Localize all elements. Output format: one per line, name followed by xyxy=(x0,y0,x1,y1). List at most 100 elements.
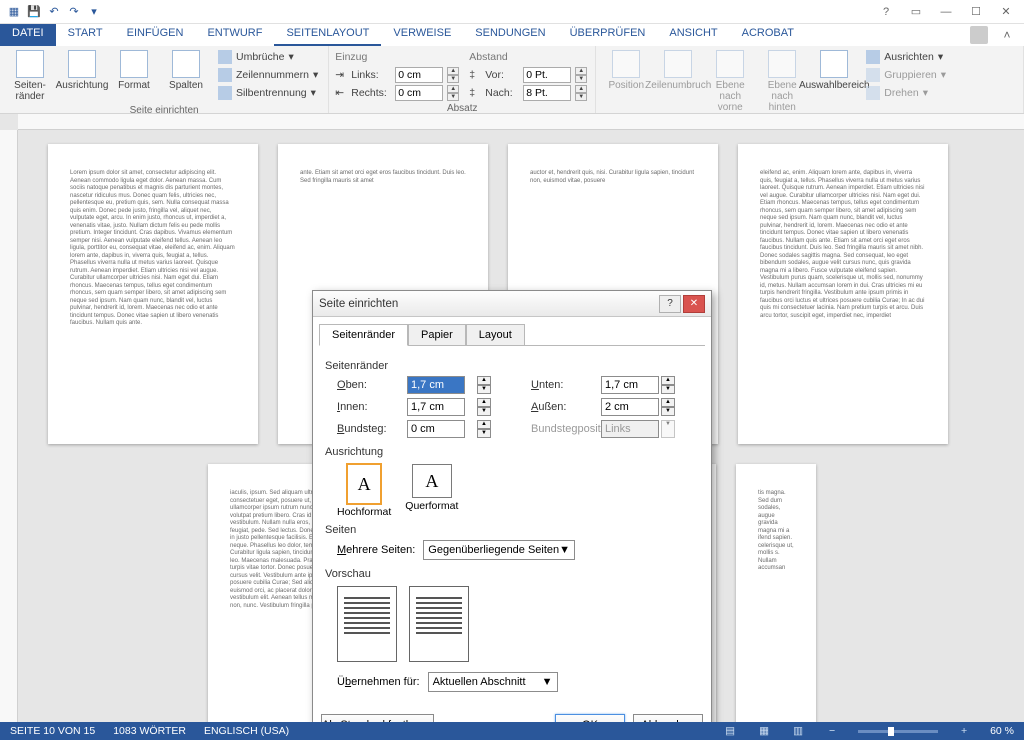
spinner-icon[interactable]: ▲▼ xyxy=(575,67,587,83)
section-orientation: Ausrichtung xyxy=(325,446,699,458)
indent-header: Einzug xyxy=(335,48,465,66)
zoom-out-icon[interactable]: − xyxy=(824,724,840,738)
dialog-tab-margins[interactable]: Seitenränder xyxy=(319,324,408,346)
spinner-icon[interactable]: ▲▼ xyxy=(447,85,459,101)
redo-icon[interactable]: ↷ xyxy=(66,4,82,20)
set-default-button[interactable]: Als Standard festlegen xyxy=(321,714,434,722)
group-button[interactable]: Gruppieren ▾ xyxy=(862,66,950,84)
dialog-tabs: Seitenränder Papier Layout xyxy=(313,317,711,345)
help-icon[interactable]: ? xyxy=(872,2,900,22)
input-gutter[interactable] xyxy=(407,420,465,438)
spinner-icon[interactable]: ▲▼ xyxy=(661,398,675,416)
dialog-tab-paper[interactable]: Papier xyxy=(408,324,466,346)
section-preview: Vorschau xyxy=(325,568,699,580)
indent-left-input[interactable] xyxy=(395,67,443,83)
status-word-count[interactable]: 1083 WÖRTER xyxy=(113,725,186,737)
status-bar: SEITE 10 VON 15 1083 WÖRTER ENGLISCH (US… xyxy=(0,722,1024,740)
zoom-in-icon[interactable]: + xyxy=(956,724,972,738)
tab-page-layout[interactable]: SEITENLAYOUT xyxy=(274,24,381,46)
indent-right-input[interactable] xyxy=(395,85,443,101)
zoom-slider[interactable] xyxy=(858,730,938,733)
ribbon-tabs: DATEI START EINFÜGEN ENTWURF SEITENLAYOU… xyxy=(0,24,1024,46)
tab-file[interactable]: DATEI xyxy=(0,24,56,46)
group-paragraph: Einzug ⇥Links:▲▼ ⇤Rechts:▲▼ Abstand ‡Vor… xyxy=(329,46,596,113)
view-print-icon[interactable]: ▦ xyxy=(756,724,772,738)
spacing-after-input[interactable] xyxy=(523,85,571,101)
columns-button[interactable]: Spalten xyxy=(162,48,210,104)
spacing-before-input[interactable] xyxy=(523,67,571,83)
tab-mailings[interactable]: SENDUNGEN xyxy=(463,24,557,46)
close-icon[interactable]: ✕ xyxy=(992,2,1020,22)
tab-start[interactable]: START xyxy=(56,24,115,46)
minimize-icon[interactable]: — xyxy=(932,2,960,22)
tab-view[interactable]: ANSICHT xyxy=(657,24,729,46)
ok-button[interactable]: OK xyxy=(555,714,625,722)
dialog-close-icon[interactable]: ✕ xyxy=(683,295,705,313)
breaks-button[interactable]: Umbrüche ▾ xyxy=(214,48,322,66)
input-top-margin[interactable] xyxy=(407,376,465,394)
input-inner-margin[interactable] xyxy=(407,398,465,416)
section-pages: Seiten xyxy=(325,524,699,536)
spinner-icon[interactable]: ▲▼ xyxy=(447,67,459,83)
input-outer-margin[interactable] xyxy=(601,398,659,416)
cancel-button[interactable]: Abbrechen xyxy=(633,714,703,722)
zoom-level[interactable]: 60 % xyxy=(990,725,1014,737)
spinner-icon[interactable]: ▲▼ xyxy=(477,376,491,394)
bring-forward-button[interactable]: Ebene nach vorne xyxy=(706,48,754,115)
wrap-text-button[interactable]: Zeilenumbruch xyxy=(654,48,702,115)
label-bottom: Unten: xyxy=(531,379,601,391)
save-icon[interactable]: 💾 xyxy=(26,4,42,20)
tab-references[interactable]: VERWEISE xyxy=(381,24,463,46)
maximize-icon[interactable]: ☐ xyxy=(962,2,990,22)
orientation-landscape[interactable]: A Querformat xyxy=(405,464,458,518)
tab-acrobat[interactable]: ACROBAT xyxy=(730,24,806,46)
user-avatar[interactable] xyxy=(970,26,988,44)
quick-access-toolbar: ▦ 💾 ↶ ↷ ▾ xyxy=(0,4,108,20)
dialog-help-icon[interactable]: ? xyxy=(659,295,681,313)
label-multiple-pages: Mehrere Seiten: xyxy=(337,544,415,556)
spinner-icon[interactable]: ▲▼ xyxy=(661,376,675,394)
status-page[interactable]: SEITE 10 VON 15 xyxy=(10,725,95,737)
send-backward-button[interactable]: Ebene nach hinten xyxy=(758,48,806,115)
ribbon: Seiten- ränder Ausrichtung Format Spalte… xyxy=(0,46,1024,114)
select-apply-to[interactable]: Aktuellen Abschnitt▼ xyxy=(428,672,558,692)
ribbon-display-icon[interactable]: ▭ xyxy=(902,2,930,22)
align-button[interactable]: Ausrichten ▾ xyxy=(862,48,950,66)
dialog-titlebar[interactable]: Seite einrichten ? ✕ xyxy=(313,291,711,317)
label-top: Oben: xyxy=(337,379,407,391)
dialog-title: Seite einrichten xyxy=(319,298,398,310)
spinner-icon[interactable]: ▲▼ xyxy=(477,420,491,438)
collapse-ribbon-icon[interactable]: ˄ xyxy=(998,26,1016,44)
selection-pane-button[interactable]: Auswahlbereich xyxy=(810,48,858,115)
view-read-icon[interactable]: ▤ xyxy=(722,724,738,738)
label-outer: Außen: xyxy=(531,401,601,413)
margins-button[interactable]: Seiten- ränder xyxy=(6,48,54,104)
line-numbers-button[interactable]: Zeilennummern ▾ xyxy=(214,66,322,84)
tab-design[interactable]: ENTWURF xyxy=(195,24,274,46)
spinner-icon[interactable]: ▲▼ xyxy=(477,398,491,416)
qat-customize-icon[interactable]: ▾ xyxy=(86,4,102,20)
label-inner: Innen: xyxy=(337,401,407,413)
select-multiple-pages[interactable]: Gegenüberliegende Seiten▼ xyxy=(423,540,575,560)
label-gutter: Bundsteg: xyxy=(337,423,407,435)
orientation-button[interactable]: Ausrichtung xyxy=(58,48,106,104)
spacing-header: Abstand xyxy=(469,48,589,66)
dialog-tab-layout[interactable]: Layout xyxy=(466,324,525,346)
section-margins: Seitenränder xyxy=(325,360,699,372)
rotate-button[interactable]: Drehen ▾ xyxy=(862,84,950,102)
tab-review[interactable]: ÜBERPRÜFEN xyxy=(558,24,658,46)
word-icon: ▦ xyxy=(6,4,22,20)
orientation-portrait[interactable]: A Hochformat xyxy=(337,464,391,518)
tab-insert[interactable]: EINFÜGEN xyxy=(115,24,196,46)
position-button[interactable]: Position xyxy=(602,48,650,115)
size-button[interactable]: Format xyxy=(110,48,158,104)
status-language[interactable]: ENGLISCH (USA) xyxy=(204,725,289,737)
group-arrange: Position Zeilenumbruch Ebene nach vorne … xyxy=(596,46,1024,113)
page-setup-dialog: Seite einrichten ? ✕ Seitenränder Papier… xyxy=(312,290,712,722)
view-web-icon[interactable]: ▥ xyxy=(790,724,806,738)
label-gutter-position: Bundstegposition: xyxy=(531,423,601,435)
input-bottom-margin[interactable] xyxy=(601,376,659,394)
undo-icon[interactable]: ↶ xyxy=(46,4,62,20)
spinner-icon[interactable]: ▲▼ xyxy=(575,85,587,101)
hyphenation-button[interactable]: Silbentrennung ▾ xyxy=(214,84,322,102)
